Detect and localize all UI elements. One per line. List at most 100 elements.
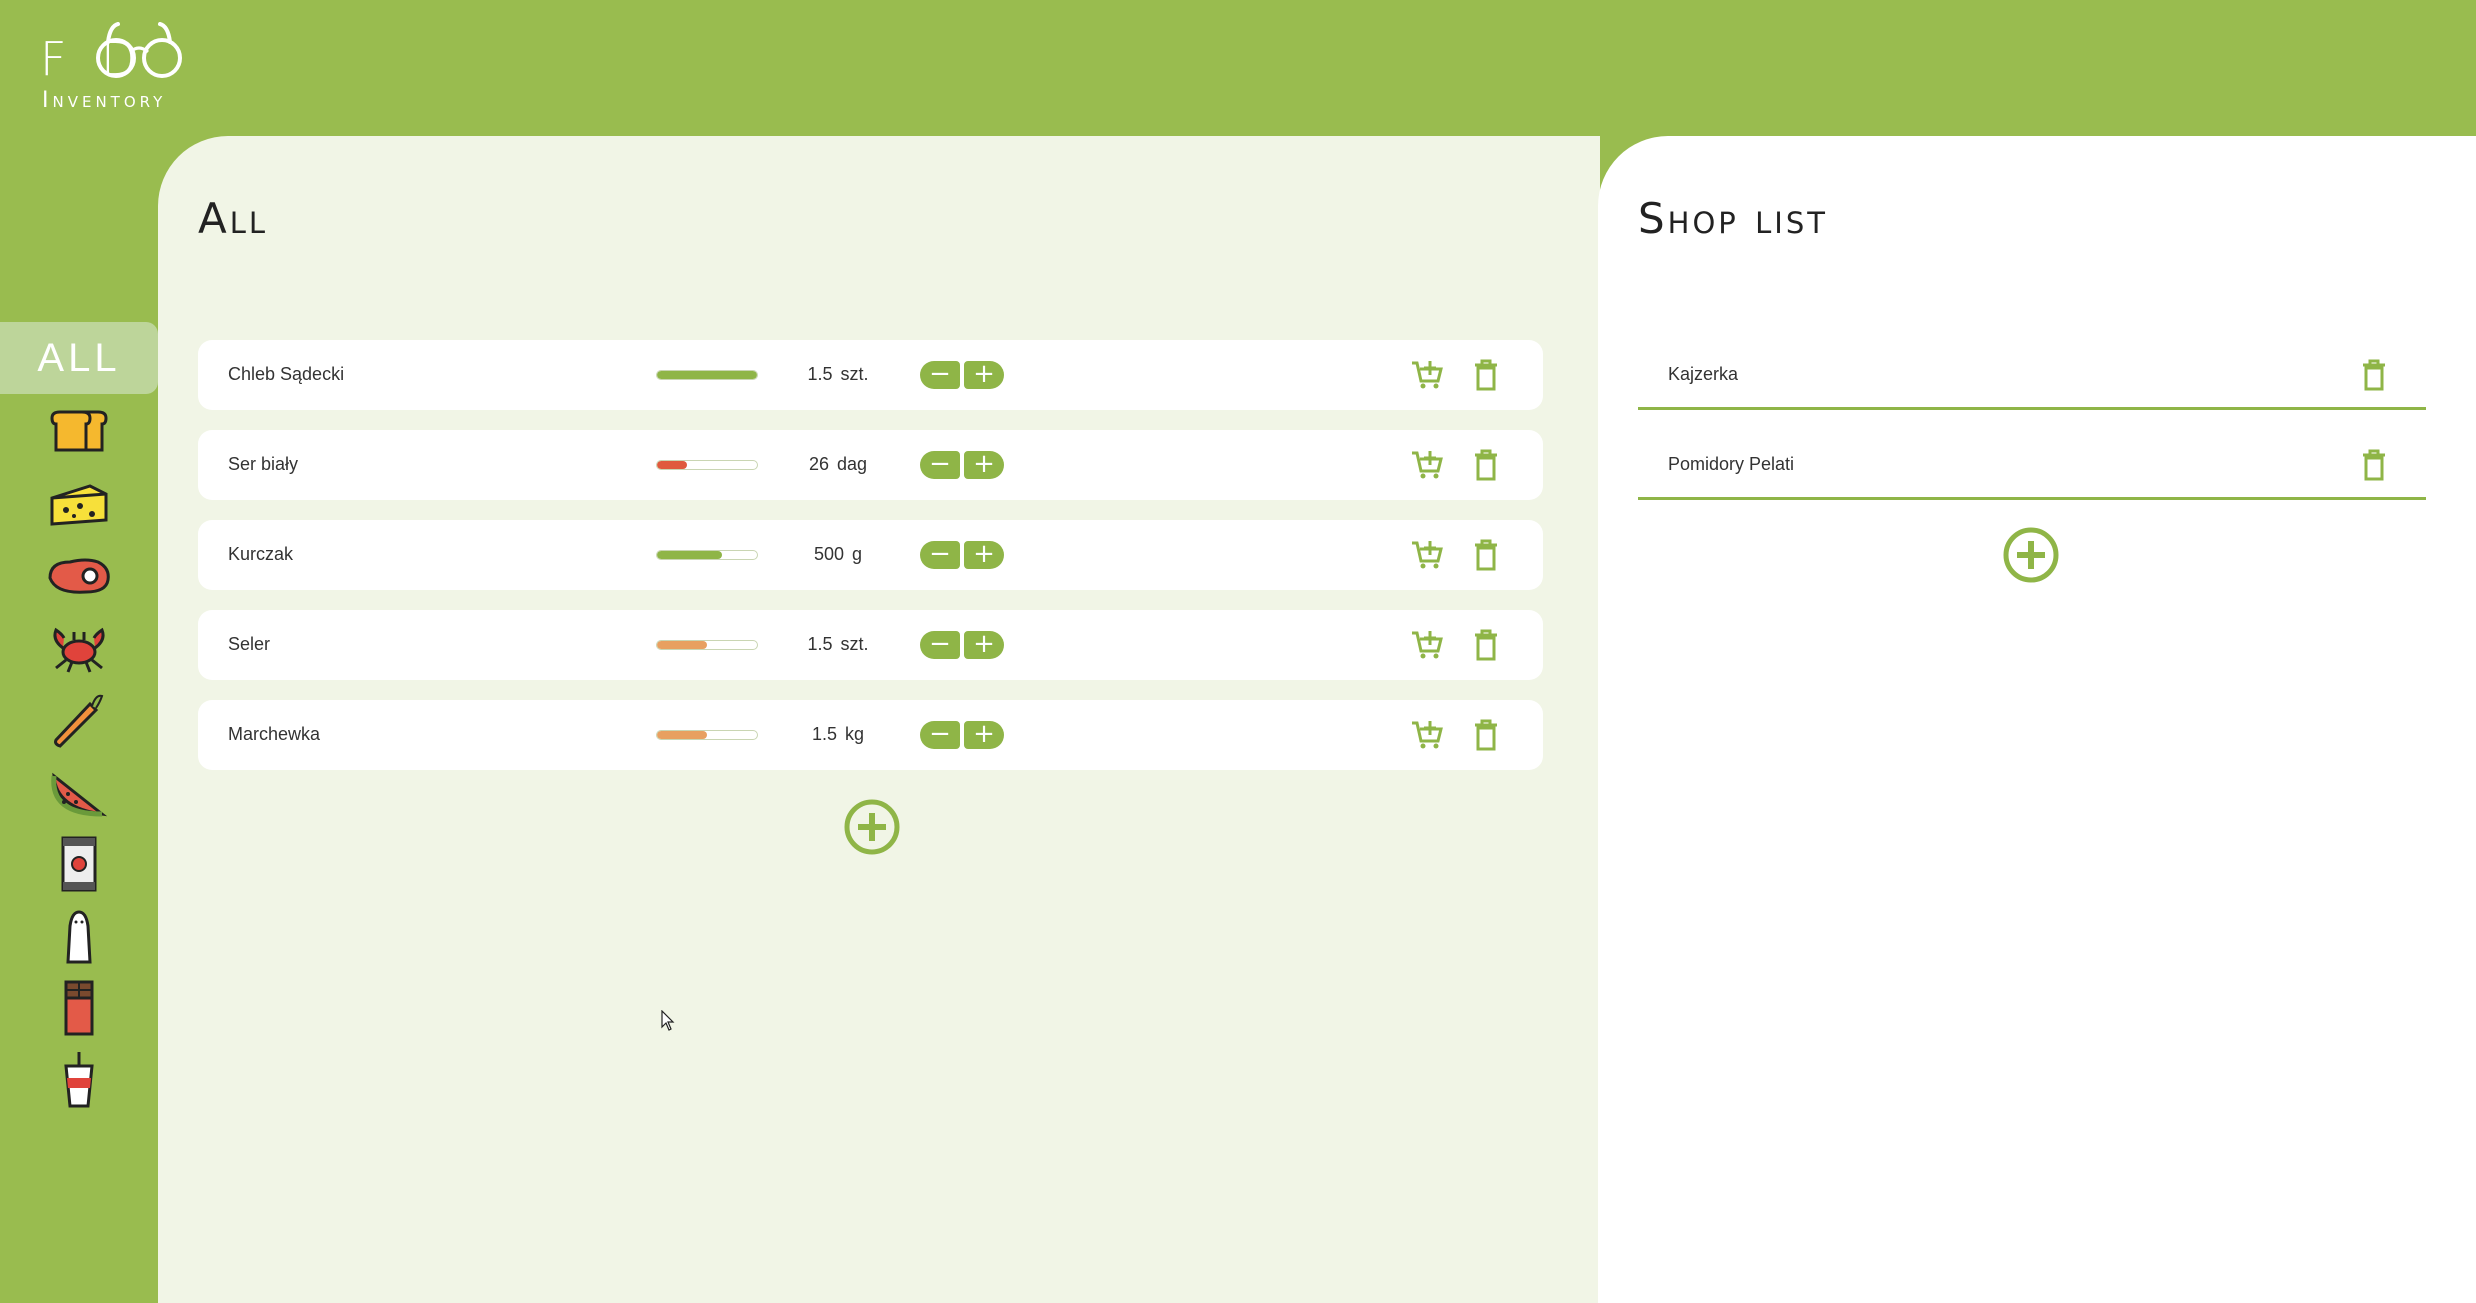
decrease-button[interactable]: −: [920, 541, 960, 569]
shop-list-item: Kajzerka: [1638, 340, 2426, 410]
increase-button[interactable]: +: [964, 541, 1004, 569]
add-to-cart-icon[interactable]: [1410, 449, 1444, 481]
item-quantity: 26 dag: [788, 454, 888, 475]
item-name: Seler: [228, 634, 271, 654]
item-name: Kurczak: [228, 544, 294, 564]
add-to-cart-icon[interactable]: [1410, 539, 1444, 571]
category-seafood[interactable]: [0, 612, 158, 684]
drink-cup-icon: [64, 1052, 94, 1108]
chocolate-icon: [64, 980, 94, 1036]
item-name: Marchewka: [228, 724, 321, 744]
quantity-stepper: − +: [920, 631, 1004, 659]
carrot-icon: [54, 694, 104, 748]
logo-word-inventory: Inventory: [42, 88, 167, 113]
inventory-row: Chleb Sądecki 1.5 szt. − +: [198, 340, 1543, 410]
item-amount: 1.5: [811, 724, 837, 744]
category-vegetables[interactable]: [0, 684, 158, 756]
add-shop-item-icon[interactable]: [2003, 527, 2059, 583]
item-unit: szt.: [840, 364, 869, 384]
decrease-button[interactable]: −: [920, 361, 960, 389]
quantity-stepper: − +: [920, 541, 1004, 569]
stock-level-bar: [656, 550, 758, 560]
category-fruit[interactable]: [0, 756, 158, 828]
mouse-cursor-icon: [661, 1010, 675, 1031]
bread-icon: [50, 410, 108, 452]
item-amount: 1.5: [807, 634, 833, 654]
shop-item-name: Pomidory Pelati: [1668, 454, 1795, 474]
item-name: Chleb Sądecki: [228, 364, 345, 384]
category-all[interactable]: ALL: [0, 322, 158, 394]
quantity-stepper: − +: [920, 361, 1004, 389]
cheese-icon: [50, 484, 108, 526]
item-quantity: 500 g: [788, 544, 888, 565]
item-unit: dag: [836, 454, 868, 474]
app-logo: F D Inventory: [40, 22, 210, 117]
add-to-cart-icon[interactable]: [1410, 629, 1444, 661]
stock-level-fill: [657, 641, 707, 649]
shop-list: Kajzerka Pomidory Pelati: [1638, 340, 2426, 520]
category-spices[interactable]: [0, 900, 158, 972]
stock-level-bar: [656, 370, 758, 380]
category-sweets[interactable]: [0, 972, 158, 1044]
delete-icon[interactable]: [2362, 359, 2386, 391]
category-drinks[interactable]: [0, 1044, 158, 1116]
item-unit: szt.: [840, 634, 869, 654]
decrease-button[interactable]: −: [920, 631, 960, 659]
category-canned[interactable]: [0, 828, 158, 900]
delete-icon[interactable]: [1474, 359, 1498, 391]
delete-icon[interactable]: [1474, 719, 1498, 751]
inventory-panel: All Chleb Sądecki 1.5 szt. − + Ser biały …: [158, 136, 1600, 1303]
meat-icon: [48, 558, 110, 594]
increase-button[interactable]: +: [964, 631, 1004, 659]
quantity-stepper: − +: [920, 451, 1004, 479]
delete-icon[interactable]: [2362, 449, 2386, 481]
stock-level-fill: [657, 551, 722, 559]
item-unit: kg: [845, 724, 865, 744]
delete-icon[interactable]: [1474, 629, 1498, 661]
increase-button[interactable]: +: [964, 451, 1004, 479]
stock-level-fill: [657, 461, 687, 469]
delete-icon[interactable]: [1474, 449, 1498, 481]
quantity-stepper: − +: [920, 721, 1004, 749]
item-name: Ser biały: [228, 454, 299, 474]
item-quantity: 1.5 kg: [788, 724, 888, 745]
category-cheese[interactable]: [0, 468, 158, 540]
stock-level-fill: [657, 731, 707, 739]
shop-list-item: Pomidory Pelati: [1638, 430, 2426, 500]
inventory-row: Marchewka 1.5 kg − +: [198, 700, 1543, 770]
add-to-cart-icon[interactable]: [1410, 359, 1444, 391]
item-quantity: 1.5 szt.: [788, 634, 888, 655]
add-to-cart-icon[interactable]: [1410, 719, 1444, 751]
category-all-label: ALL: [37, 335, 121, 380]
increase-button[interactable]: +: [964, 361, 1004, 389]
category-bread[interactable]: [0, 396, 158, 468]
jar-icon: [61, 836, 97, 892]
decrease-button[interactable]: −: [920, 721, 960, 749]
stock-level-bar: [656, 730, 758, 740]
item-amount: 1.5: [807, 364, 833, 384]
item-quantity: 1.5 szt.: [788, 364, 888, 385]
item-unit: g: [852, 544, 863, 564]
salt-shaker-icon: [66, 910, 92, 964]
item-amount: 26: [808, 454, 829, 474]
category-meat[interactable]: [0, 540, 158, 612]
add-item-icon[interactable]: [844, 799, 900, 855]
page-title: All: [198, 194, 269, 243]
watermelon-icon: [51, 772, 108, 817]
shop-list-panel: Shop list Kajzerka Pomidory Pelati: [1598, 136, 2476, 1303]
decrease-button[interactable]: −: [920, 451, 960, 479]
stock-level-bar: [656, 640, 758, 650]
inventory-row: Kurczak 500 g − +: [198, 520, 1543, 590]
category-sidebar: ALL: [0, 322, 158, 1116]
stock-level-fill: [657, 371, 757, 379]
increase-button[interactable]: +: [964, 721, 1004, 749]
item-amount: 500: [813, 544, 845, 564]
inventory-list: Chleb Sądecki 1.5 szt. − + Ser biały 26 da…: [198, 340, 1543, 790]
delete-icon[interactable]: [1474, 539, 1498, 571]
logo-word-food: F D: [40, 32, 147, 86]
crab-icon: [53, 627, 105, 673]
inventory-row: Ser biały 26 dag − +: [198, 430, 1543, 500]
shop-list-title: Shop list: [1638, 194, 1828, 243]
shop-item-name: Kajzerka: [1668, 364, 1739, 384]
stock-level-bar: [656, 460, 758, 470]
